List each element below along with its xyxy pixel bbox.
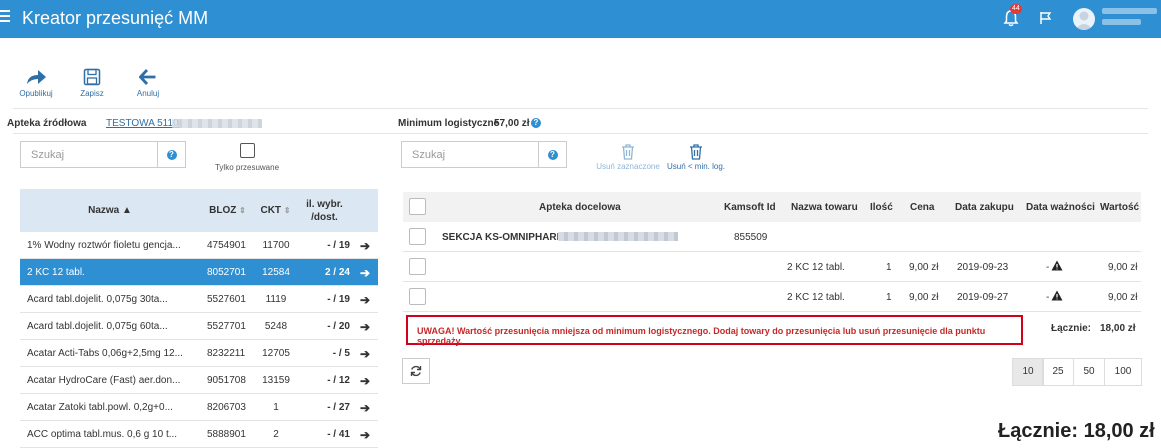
right-search-help-button[interactable]: ?	[538, 141, 567, 168]
cancel-button[interactable]: Anuluj	[128, 68, 168, 98]
redacted-text	[172, 119, 262, 128]
info-icon[interactable]: ?	[531, 118, 541, 128]
arrow-right-icon[interactable]: ➔	[360, 374, 370, 388]
column-kamsoft-header: Kamsoft Id	[724, 202, 776, 213]
table-row[interactable]: 1% Wodny roztwór fioletu gencja... 475490…	[20, 232, 378, 259]
flag-icon[interactable]	[1039, 11, 1053, 25]
divider	[13, 108, 1148, 109]
row-checkbox[interactable]	[409, 288, 426, 305]
column-qty-header: Ilość	[870, 202, 893, 213]
column-expiry-header: Data ważności	[1026, 202, 1095, 213]
section-name: SEKCJA KS-OMNIPHARM	[442, 232, 565, 243]
column-purchase-date-header: Data zakupu	[955, 202, 1014, 213]
left-search-input[interactable]	[21, 142, 157, 167]
save-label: Zapisz	[80, 89, 104, 98]
help-icon: ?	[166, 150, 177, 160]
table-row[interactable]: Acatar HydroCare (Fast) aer.don... 905170…	[20, 367, 378, 394]
app-title: Kreator przesunięć MM	[22, 8, 209, 28]
save-button[interactable]: Zapisz	[72, 68, 112, 98]
top-bar: Kreator przesunięć MM 44	[0, 0, 1161, 38]
column-value-header: Wartość	[1100, 202, 1140, 213]
arrow-right-icon[interactable]: ➔	[360, 266, 370, 280]
sum-value: 18,00 zł	[1100, 323, 1136, 334]
section-row: SEKCJA KS-OMNIPHARM 855509	[403, 222, 1141, 252]
right-search-input[interactable]	[402, 142, 538, 167]
section-kamsoft-id: 855509	[734, 232, 768, 243]
left-search-help-button[interactable]: ?	[157, 141, 186, 168]
arrow-left-icon	[139, 69, 156, 85]
warning-icon[interactable]	[1051, 260, 1063, 274]
minimum-label: Minimum logistyczne	[398, 118, 500, 129]
page-size-50[interactable]: 50	[1073, 358, 1105, 386]
floppy-disk-icon	[83, 68, 101, 86]
products-table-header: Nazwa ▲ BLOZ ⇕ CKT ⇕ il. wybr./dost.	[20, 189, 378, 232]
only-moved-label: Tylko przesuwane	[214, 163, 280, 172]
table-row[interactable]: Acatar Acti-Tabs 0,06g+2,5mg 12... 823221…	[20, 340, 378, 367]
arrow-right-icon[interactable]: ➔	[360, 347, 370, 361]
redacted-text	[558, 232, 678, 241]
minimum-value: 57,00 zł	[494, 118, 530, 129]
publish-label: Opublikuj	[19, 89, 53, 98]
column-qty-header[interactable]: il. wybr./dost.	[302, 198, 347, 224]
page-size-100[interactable]: 100	[1104, 358, 1142, 386]
delete-below-min-label: Usuń < min. log.	[666, 162, 726, 171]
divider	[13, 133, 1148, 134]
avatar[interactable]	[1073, 8, 1095, 30]
arrow-right-icon[interactable]: ➔	[360, 428, 370, 442]
row-checkbox[interactable]	[409, 258, 426, 275]
cancel-label: Anuluj	[136, 89, 160, 98]
trash-icon	[690, 144, 702, 160]
arrow-right-icon[interactable]: ➔	[360, 320, 370, 334]
column-bloz-header[interactable]: BLOZ ⇕	[205, 205, 250, 216]
sort-icon: ⇕	[239, 206, 246, 215]
trash-icon	[622, 144, 634, 160]
table-row[interactable]: Acatar Zatoki tabl.powl. 0,2g+0... 820670…	[20, 394, 378, 421]
share-arrow-icon	[27, 70, 46, 84]
right-search-field[interactable]	[401, 141, 539, 168]
page-size-10[interactable]: 10	[1012, 358, 1044, 386]
hamburger-menu-icon[interactable]	[0, 10, 10, 26]
sum-label: Łącznie:	[1051, 323, 1092, 334]
table-row: 2 KC 12 tabl. 1 9,00 zł 2019-09-23 - 9,0…	[403, 252, 1141, 282]
grand-total: Łącznie: 18,00 zł	[998, 420, 1155, 442]
column-name-header[interactable]: Nazwa ▲	[20, 205, 200, 216]
only-moved-checkbox[interactable]	[240, 143, 255, 158]
sort-icon: ⇕	[283, 206, 291, 215]
delete-below-min-button[interactable]: Usuń < min. log.	[664, 144, 728, 171]
left-search-field[interactable]	[20, 141, 158, 168]
table-row[interactable]: ACC optima tabl.mus. 0,6 g 10 t... 588890…	[20, 421, 378, 448]
source-pharmacy-link[interactable]: TESTOWA 5110	[106, 118, 179, 129]
user-name-redacted[interactable]	[1102, 8, 1157, 32]
warning-icon[interactable]	[1051, 290, 1063, 304]
refresh-icon	[410, 365, 422, 377]
arrow-right-icon[interactable]: ➔	[360, 293, 370, 307]
transfers-table: Apteka docelowa Kamsoft Id Nazwa towaru …	[403, 192, 1141, 312]
delete-selected-label: Usuń zaznaczone	[596, 162, 660, 171]
table-row[interactable]: Acard tabl.dojelit. 0,075g 60ta... 552770…	[20, 313, 378, 340]
page-size-25[interactable]: 25	[1042, 358, 1074, 386]
delete-selected-button[interactable]: Usuń zaznaczone	[594, 144, 662, 171]
column-ckt-header[interactable]: CKT ⇕	[253, 205, 298, 216]
help-icon: ?	[547, 150, 558, 160]
source-pharmacy-label: Apteka źródłowa	[7, 118, 87, 129]
table-row: 2 KC 12 tabl. 1 9,00 zł 2019-09-27 - 9,0…	[403, 282, 1141, 312]
arrow-right-icon[interactable]: ➔	[360, 239, 370, 253]
arrow-right-icon[interactable]: ➔	[360, 401, 370, 415]
select-all-checkbox[interactable]	[409, 198, 426, 215]
row-checkbox[interactable]	[409, 228, 426, 245]
notification-badge: 44	[1010, 4, 1022, 14]
column-price-header: Cena	[910, 202, 935, 213]
publish-button[interactable]: Opublikuj	[16, 68, 56, 98]
table-row-selected[interactable]: 2 KC 12 tabl. 8052701 12584 2 / 24 ➔	[20, 259, 378, 286]
column-product-header: Nazwa towaru	[791, 202, 858, 213]
transfers-table-header: Apteka docelowa Kamsoft Id Nazwa towaru …	[403, 192, 1141, 222]
products-table: Nazwa ▲ BLOZ ⇕ CKT ⇕ il. wybr./dost. 1% …	[20, 189, 378, 448]
refresh-button[interactable]	[402, 358, 430, 384]
column-target-header: Apteka docelowa	[539, 202, 621, 213]
table-row[interactable]: Acard tabl.dojelit. 0,075g 30ta... 552760…	[20, 286, 378, 313]
min-logistic-warning: UWAGA! Wartość przesunięcia mniejsza od …	[406, 315, 1023, 346]
